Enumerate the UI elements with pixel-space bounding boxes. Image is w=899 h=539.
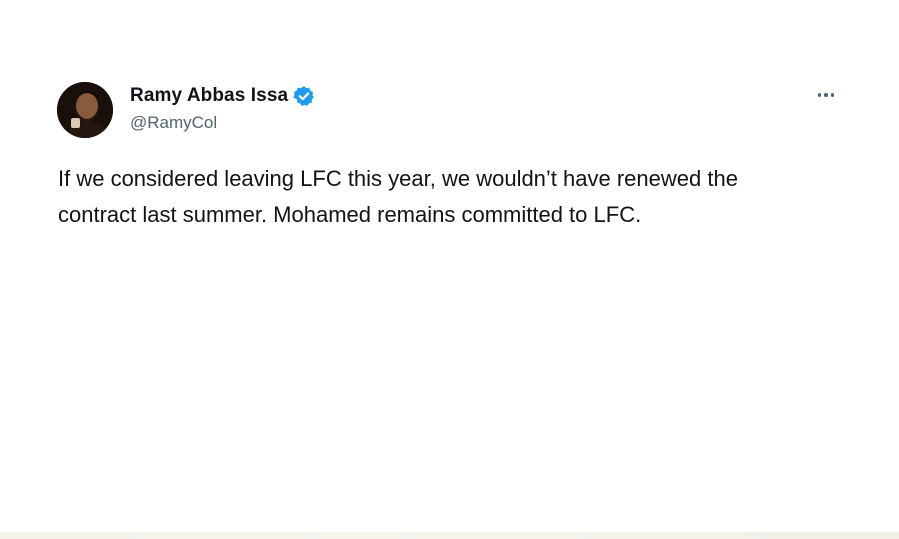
bottom-edge xyxy=(0,532,899,539)
verified-badge-icon xyxy=(293,85,315,107)
tweet-card: Ramy Abbas Issa @RamyCol If we considere… xyxy=(0,0,899,539)
tweet-text: If we considered leaving LFC this year, … xyxy=(58,166,738,227)
more-horizontal-icon xyxy=(817,93,822,97)
avatar[interactable] xyxy=(57,82,113,138)
display-name[interactable]: Ramy Abbas Issa xyxy=(130,85,288,107)
more-options-button[interactable] xyxy=(812,84,840,106)
more-horizontal-icon xyxy=(824,93,828,97)
handle[interactable]: @RamyCol xyxy=(130,113,315,133)
name-row: Ramy Abbas Issa xyxy=(130,84,315,108)
avatar-photo xyxy=(57,82,113,138)
more-horizontal-icon xyxy=(830,93,835,97)
author-block: Ramy Abbas Issa @RamyCol xyxy=(130,84,315,133)
